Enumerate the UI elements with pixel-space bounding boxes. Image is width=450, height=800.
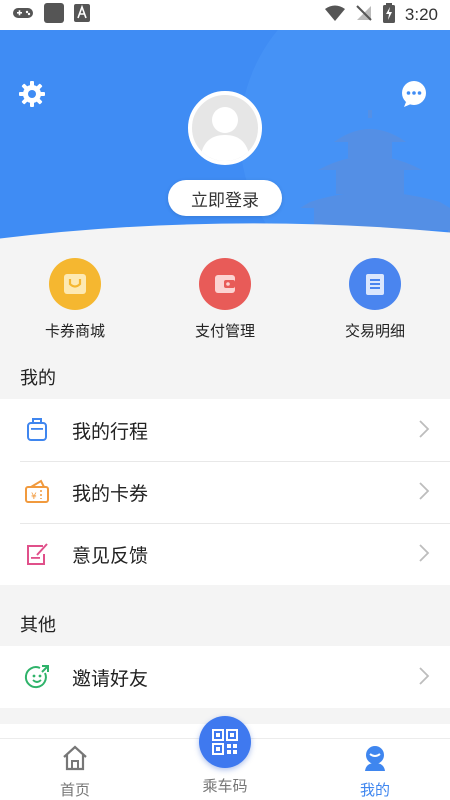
header-bottom-curve xyxy=(0,223,450,242)
status-bar: 3:20 xyxy=(0,0,450,30)
battery-charging-icon xyxy=(382,3,395,27)
nav-home[interactable]: 首页 xyxy=(25,739,125,800)
chevron-right-icon xyxy=(419,420,430,438)
nav-label: 我的 xyxy=(359,781,390,799)
document-list-icon xyxy=(349,258,401,310)
default-avatar-icon xyxy=(200,107,250,161)
gamepad-icon xyxy=(12,5,34,25)
nav-label: 乘车码 xyxy=(202,777,248,795)
login-button[interactable]: 立即登录 xyxy=(168,180,282,216)
other-list: 邀请好友 xyxy=(0,646,450,708)
luggage-icon xyxy=(22,415,52,445)
section-title-mine: 我的 xyxy=(20,368,56,389)
list-item-my-coupons[interactable]: ¥ 我的卡券 xyxy=(0,461,450,523)
quick-action-label: 支付管理 xyxy=(194,322,255,340)
mine-list: 我的行程 ¥ 我的卡券 意见反馈 xyxy=(0,399,450,585)
quick-action-label: 交易明细 xyxy=(344,322,405,340)
list-item-my-trips[interactable]: 我的行程 xyxy=(0,399,450,461)
nav-mine[interactable]: 我的 xyxy=(325,739,425,800)
invite-smile-icon xyxy=(22,662,52,692)
quick-actions: 卡券商城 支付管理 交易明细 xyxy=(0,242,450,352)
chevron-right-icon xyxy=(419,667,430,685)
chevron-right-icon xyxy=(419,482,430,500)
chevron-right-icon xyxy=(419,544,430,562)
text-a-icon xyxy=(74,4,90,26)
qr-code-icon xyxy=(212,729,238,755)
status-time: 3:20 xyxy=(404,5,438,24)
quick-action-label: 卡券商城 xyxy=(44,322,105,340)
list-item-invite-friends[interactable]: 邀请好友 xyxy=(0,646,450,708)
nav-label: 首页 xyxy=(59,781,90,799)
quick-action-transactions[interactable]: 交易明细 xyxy=(315,258,435,341)
shopping-bag-icon xyxy=(49,258,101,310)
quick-action-coupon-mall[interactable]: 卡券商城 xyxy=(15,258,135,341)
profile-header: 立即登录 xyxy=(0,30,450,242)
list-item-label: 我的行程 xyxy=(72,420,149,443)
settings-gear-icon[interactable] xyxy=(18,80,46,108)
svg-text:¥: ¥ xyxy=(31,492,37,502)
list-item-label: 我的卡券 xyxy=(72,482,149,505)
home-icon xyxy=(63,745,87,771)
list-item-label: 邀请好友 xyxy=(72,667,149,690)
ride-qr-code-button[interactable] xyxy=(199,716,251,768)
app-square-icon xyxy=(44,3,64,27)
coupon-icon: ¥ xyxy=(22,477,52,507)
wifi-icon xyxy=(324,5,345,25)
no-signal-icon xyxy=(355,4,373,26)
message-icon[interactable] xyxy=(400,80,428,108)
section-title-other: 其他 xyxy=(20,615,56,636)
quick-action-payment[interactable]: 支付管理 xyxy=(165,258,285,341)
list-item-feedback[interactable]: 意见反馈 xyxy=(0,523,450,585)
profile-icon xyxy=(365,746,385,771)
avatar[interactable] xyxy=(188,91,262,165)
feedback-edit-icon xyxy=(22,539,52,569)
list-item-label: 意见反馈 xyxy=(72,544,149,567)
wallet-icon xyxy=(199,258,251,310)
